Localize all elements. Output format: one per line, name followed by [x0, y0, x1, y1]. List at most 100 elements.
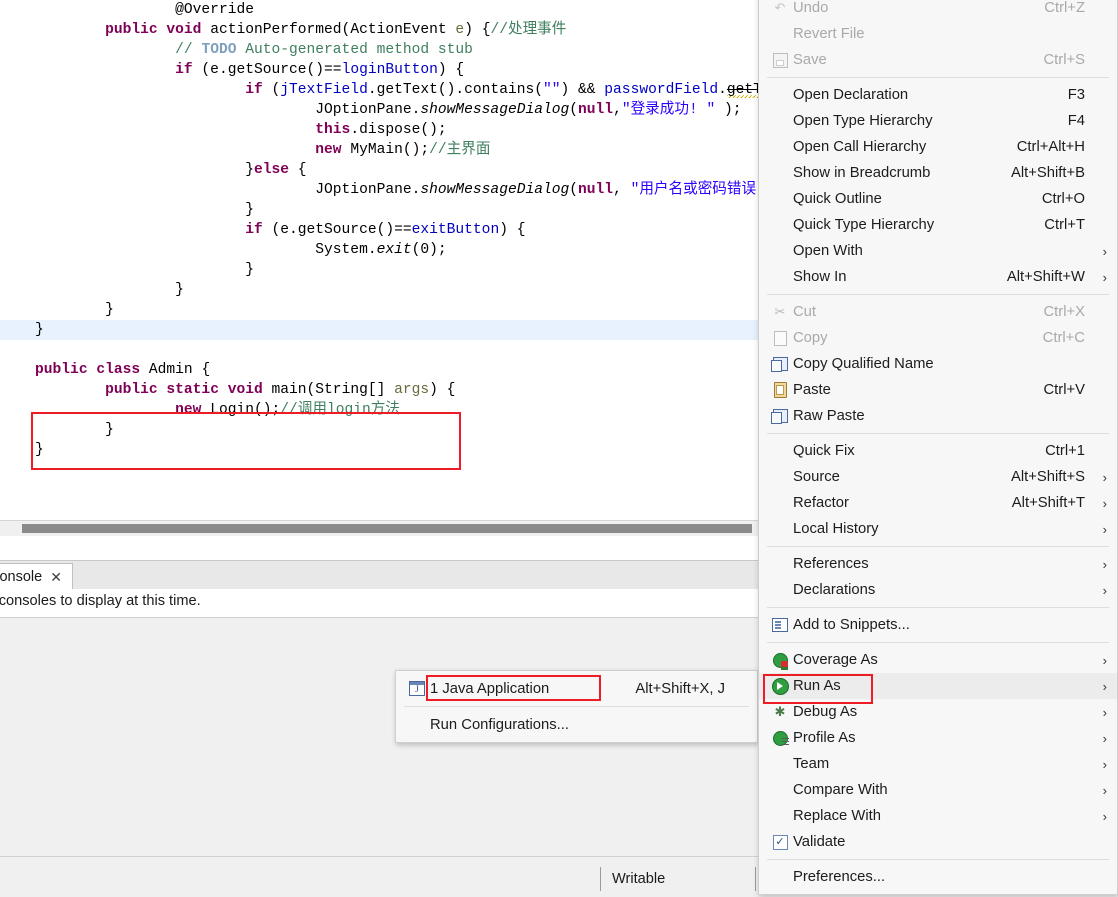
- menu-item-paste[interactable]: PasteCtrl+V›: [759, 377, 1117, 403]
- menu-item-local-history[interactable]: Local History ›: [759, 516, 1117, 542]
- copy-icon: [767, 329, 793, 347]
- chevron-right-icon: ›: [1102, 808, 1107, 824]
- menu-item-label: Cut: [793, 304, 817, 320]
- code-token: main(String[]: [262, 382, 395, 398]
- editor-horizontal-scrollbar[interactable]: [0, 520, 758, 536]
- run-icon-glyph: [771, 677, 789, 695]
- source-code-text[interactable]: @Override public void actionPerformed(Ac…: [0, 0, 758, 520]
- copy-qualified-icon: [767, 355, 793, 373]
- menu-item-copy-qualified-name[interactable]: Copy Qualified Name›: [759, 351, 1117, 377]
- code-line: }: [0, 200, 758, 220]
- console-tab-label: Console: [0, 568, 43, 585]
- code-line: }: [0, 300, 758, 320]
- menu-item-team[interactable]: Team ›: [759, 751, 1117, 777]
- menu-item-preferences[interactable]: Preferences...›: [759, 864, 1117, 890]
- menu-item-label: Add to Snippets...: [793, 617, 910, 633]
- menu-item-label: Copy: [793, 330, 828, 346]
- code-line: public static void main(String[] args) {: [0, 380, 758, 400]
- chevron-right-icon: ›: [1102, 704, 1107, 720]
- run-as-submenu[interactable]: 1 Java ApplicationAlt+Shift+X, J› Run Con…: [395, 670, 758, 743]
- menu-item-profile-as[interactable]: Profile As ›: [759, 725, 1117, 751]
- menu-item-label: References: [793, 556, 869, 572]
- save-icon-glyph: [772, 52, 788, 68]
- menu-item-shortcut: Ctrl+C: [1042, 330, 1085, 346]
- menu-item-show-in-breadcrumb[interactable]: Show in BreadcrumbAlt+Shift+B›: [759, 160, 1117, 186]
- no-icon: [767, 520, 793, 538]
- menu-item-references[interactable]: References ›: [759, 551, 1117, 577]
- code-token: TODO: [201, 42, 237, 58]
- close-icon[interactable]: ✕: [50, 570, 62, 584]
- menu-item-refactor[interactable]: Refactor Alt+Shift+T ›: [759, 490, 1117, 516]
- code-line: new MyMain();//主界面: [0, 140, 758, 160]
- menu-item-1-java-application[interactable]: 1 Java ApplicationAlt+Shift+X, J›: [396, 675, 757, 702]
- chevron-right-icon: ›: [1102, 556, 1107, 572]
- code-token: .getText().contains(: [367, 82, 543, 98]
- code-token: void: [227, 382, 263, 398]
- cut-icon-glyph: ✂: [774, 304, 786, 319]
- menu-item-compare-with[interactable]: Compare With ›: [759, 777, 1117, 803]
- menu-item-label: Compare With: [793, 782, 888, 798]
- code-editor-pane[interactable]: @Override public void actionPerformed(Ac…: [0, 0, 758, 536]
- menu-item-quick-fix[interactable]: Quick FixCtrl+1›: [759, 438, 1117, 464]
- eclipse-ide-screenshot: @Override public void actionPerformed(Ac…: [0, 0, 1118, 897]
- menu-item-run-as[interactable]: Run As ›: [759, 673, 1117, 699]
- no-icon: [767, 807, 793, 825]
- menu-item-label: Open With: [793, 243, 863, 259]
- menu-item-debug-as[interactable]: ✱ Debug As ›: [759, 699, 1117, 725]
- menu-item-show-in[interactable]: Show In Alt+Shift+W ›: [759, 264, 1117, 290]
- no-icon: [767, 442, 793, 460]
- save-icon: [767, 51, 793, 69]
- menu-item-source[interactable]: Source Alt+Shift+S ›: [759, 464, 1117, 490]
- code-token: }: [35, 322, 44, 338]
- menu-item-coverage-as[interactable]: Coverage As ›: [759, 647, 1117, 673]
- menu-item-label: Replace With: [793, 808, 881, 824]
- editor-scrollbar-thumb[interactable]: [22, 524, 752, 533]
- code-token: jTextField: [280, 82, 368, 98]
- menu-item-validate[interactable]: ✓Validate›: [759, 829, 1117, 855]
- menu-item-shortcut: Ctrl+X: [1043, 304, 1085, 320]
- tab-console[interactable]: Console ✕: [0, 563, 73, 589]
- menu-item-open-with[interactable]: Open With ›: [759, 238, 1117, 264]
- no-icon: [767, 190, 793, 208]
- console-empty-message: No consoles to display at this time.: [0, 593, 201, 609]
- code-line: JOptionPane.showMessageDialog(null, "用户名…: [0, 180, 758, 200]
- menu-item-label: Open Declaration: [793, 87, 909, 103]
- menu-item-label: Paste: [793, 382, 831, 398]
- menu-item-add-to-snippets[interactable]: Add to Snippets...›: [759, 612, 1117, 638]
- code-token: public: [35, 362, 88, 378]
- code-token: this: [315, 122, 351, 138]
- code-token: actionPerformed(ActionEvent: [201, 22, 456, 38]
- menu-item-replace-with[interactable]: Replace With ›: [759, 803, 1117, 829]
- menu-item-label: Raw Paste: [793, 408, 865, 424]
- code-token: //: [175, 42, 202, 58]
- editor-context-menu[interactable]: ↶UndoCtrl+Z›Revert File›SaveCtrl+S›Open …: [758, 0, 1118, 895]
- code-token: );: [715, 102, 742, 118]
- menu-item-quick-outline[interactable]: Quick OutlineCtrl+O›: [759, 186, 1117, 212]
- no-icon: [767, 268, 793, 286]
- menu-item-raw-paste[interactable]: Raw Paste›: [759, 403, 1117, 429]
- chevron-right-icon: ›: [1102, 756, 1107, 772]
- code-token: ) {: [437, 62, 465, 78]
- code-token: }: [175, 282, 184, 298]
- menu-item-declarations[interactable]: Declarations ›: [759, 577, 1117, 603]
- code-token: Auto-generated method stub: [236, 42, 473, 58]
- menu-separator: [767, 294, 1109, 295]
- code-token: .: [718, 82, 727, 98]
- coverage-icon: [767, 651, 793, 670]
- menu-item-open-declaration[interactable]: Open DeclarationF3›: [759, 82, 1117, 108]
- menu-item-quick-type-hierarchy[interactable]: Quick Type HierarchyCtrl+T›: [759, 212, 1117, 238]
- menu-item-label: Copy Qualified Name: [793, 356, 934, 372]
- code-token: getText: [726, 82, 758, 98]
- menu-item-shortcut: Ctrl+Alt+H: [1016, 139, 1085, 155]
- code-token: ,: [613, 182, 631, 198]
- menu-separator: [404, 706, 749, 707]
- debug-icon-glyph: ✱: [774, 704, 786, 719]
- code-line: }else {: [0, 160, 758, 180]
- menu-item-run-configurations[interactable]: Run Configurations...›: [396, 711, 757, 738]
- code-token: Admin {: [140, 362, 211, 378]
- menu-item-open-type-hierarchy[interactable]: Open Type HierarchyF4›: [759, 108, 1117, 134]
- menu-item-shortcut: Alt+Shift+X, J: [635, 680, 725, 697]
- code-token: static: [166, 382, 219, 398]
- menu-item-open-call-hierarchy[interactable]: Open Call HierarchyCtrl+Alt+H›: [759, 134, 1117, 160]
- raw-paste-icon-glyph: [770, 409, 788, 424]
